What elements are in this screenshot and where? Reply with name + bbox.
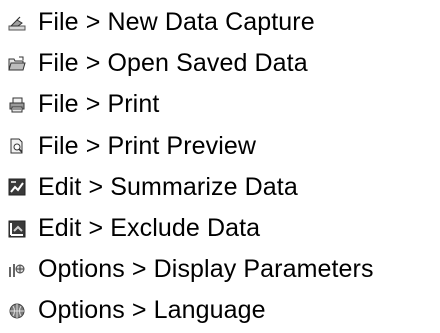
new-data-capture-icon — [8, 14, 26, 32]
display-parameters-icon — [8, 261, 26, 279]
printer-icon — [8, 96, 26, 114]
menu-item-label: Edit > Summarize Data — [38, 172, 298, 201]
menu-item-label: File > Open Saved Data — [38, 49, 308, 78]
print-preview-icon — [8, 137, 26, 155]
menu-item-exclude-data[interactable]: Edit > Exclude Data — [0, 208, 440, 249]
menu-item-print-preview[interactable]: File > Print Preview — [0, 126, 440, 167]
menu-item-label: Options > Language — [38, 296, 266, 325]
menu-item-label: Edit > Exclude Data — [38, 214, 261, 243]
menu-item-print[interactable]: File > Print — [0, 84, 440, 125]
summarize-data-icon — [8, 178, 26, 196]
menu-shortcut-list: File > New Data Capture File > Open Save… — [0, 0, 440, 333]
menu-item-label: File > New Data Capture — [38, 8, 315, 37]
menu-item-label: File > Print Preview — [38, 131, 257, 160]
menu-item-language[interactable]: Options > Language — [0, 290, 440, 331]
language-icon — [8, 302, 26, 320]
menu-item-label: File > Print — [38, 90, 160, 119]
menu-item-open-saved-data[interactable]: File > Open Saved Data — [0, 43, 440, 84]
open-folder-icon — [8, 55, 26, 73]
menu-item-new-data-capture[interactable]: File > New Data Capture — [0, 2, 440, 43]
menu-item-label: Options > Display Parameters — [38, 255, 374, 284]
menu-item-display-parameters[interactable]: Options > Display Parameters — [0, 249, 440, 290]
menu-item-summarize-data[interactable]: Edit > Summarize Data — [0, 167, 440, 208]
exclude-data-icon — [8, 220, 26, 238]
